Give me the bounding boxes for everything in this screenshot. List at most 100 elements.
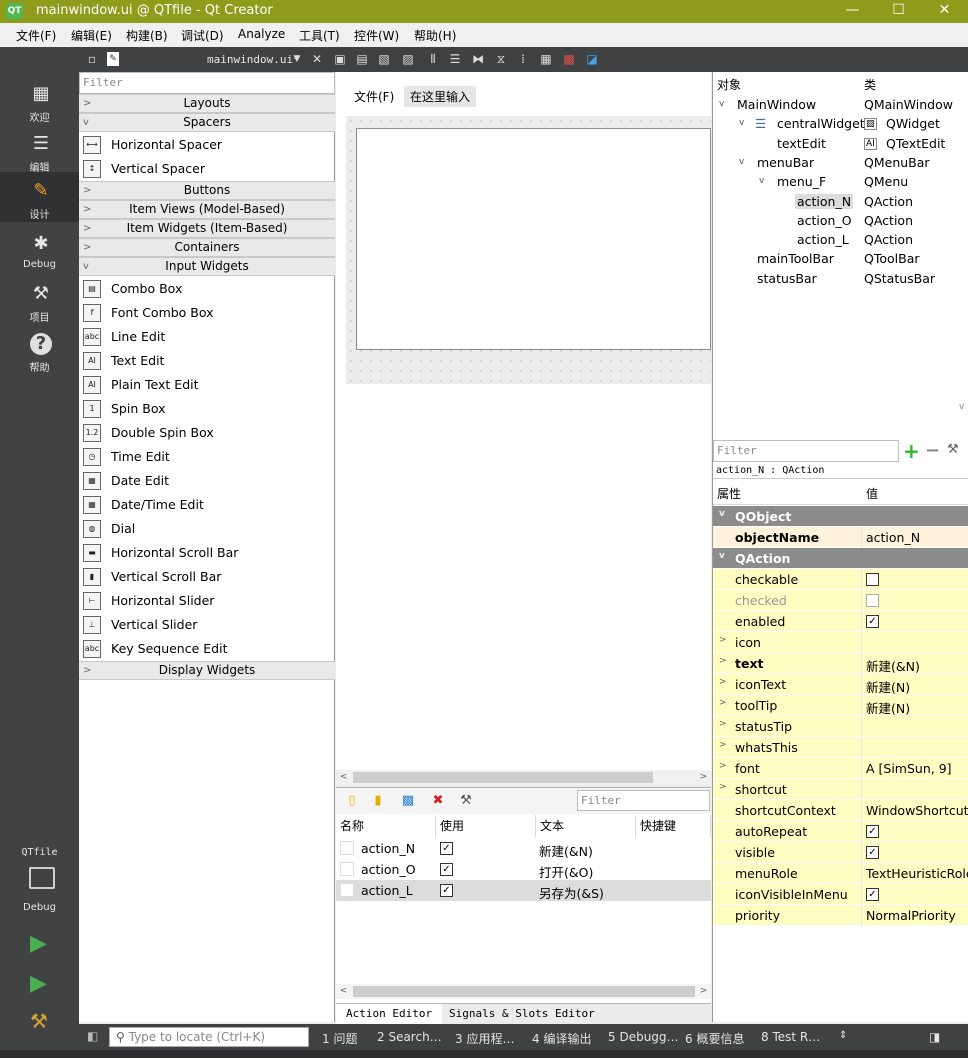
text-edit-widget[interactable] xyxy=(356,128,711,350)
property-group-row[interactable]: v QObject xyxy=(713,506,968,527)
action-row[interactable]: action_N ✓ 新建(&N) xyxy=(336,838,711,859)
widget-vertical-spacer[interactable]: ↕ Vertical Spacer xyxy=(79,157,335,181)
widget-item[interactable]: ◍ Dial xyxy=(79,517,335,541)
layout-form-icon[interactable]: ⁞ xyxy=(516,52,530,66)
column-text[interactable]: 文本 xyxy=(536,815,636,837)
close-button[interactable]: ✕ xyxy=(922,0,967,23)
property-row[interactable]: menuRole TextHeuristicRole xyxy=(713,863,968,884)
scroll-left-icon[interactable]: < xyxy=(336,770,351,785)
toggle-sidebar-icon[interactable]: ◧ xyxy=(87,1029,98,1043)
scroll-down-icon[interactable]: v xyxy=(959,402,964,412)
adjust-size-icon[interactable]: ◪ xyxy=(585,52,599,66)
category-layouts[interactable]: > Layouts xyxy=(79,94,335,113)
mode-debug[interactable]: ✱ Debug xyxy=(0,225,79,275)
paste-action-icon[interactable]: ▩ xyxy=(400,793,416,809)
widget-item[interactable]: ▮ Vertical Scroll Bar xyxy=(79,565,335,589)
action-used-checkbox[interactable]: ✓ xyxy=(440,884,453,897)
pane-search[interactable]: 2 Search… xyxy=(377,1030,442,1044)
property-row[interactable]: > font A [SimSun, 9] xyxy=(713,758,968,779)
property-row[interactable]: checked xyxy=(713,590,968,611)
property-row[interactable]: priority NormalPriority xyxy=(713,905,968,926)
object-row[interactable]: v menuBar QMenuBar xyxy=(713,154,968,173)
configure-icon[interactable]: ⚒ xyxy=(458,793,474,809)
widget-item[interactable]: 1 Spin Box xyxy=(79,397,335,421)
editor-filename[interactable]: mainwindow.ui* xyxy=(207,53,300,66)
menu-debug[interactable]: 调试(D) xyxy=(181,27,224,44)
property-group-row[interactable]: v QAction xyxy=(713,548,968,569)
chevron-down-icon[interactable]: v xyxy=(739,157,744,167)
build-icon[interactable]: ⚒ xyxy=(30,1009,48,1033)
object-row[interactable]: action_L QAction xyxy=(713,231,968,250)
object-row[interactable]: v ☰ ▨ centralWidget QWidget xyxy=(713,115,968,134)
category-item-views[interactable]: > Item Views (Model-Based) xyxy=(79,200,335,219)
menu-help[interactable]: 帮助(H) xyxy=(414,27,456,44)
chevron-right-icon[interactable]: > xyxy=(719,761,727,771)
column-object[interactable]: 对象 xyxy=(717,74,741,96)
chevron-right-icon[interactable]: > xyxy=(719,698,727,708)
widget-item[interactable]: ▬ Horizontal Scroll Bar xyxy=(79,541,335,565)
chevron-right-icon[interactable]: > xyxy=(719,656,727,666)
form-menu-type-here[interactable]: 在这里输入 xyxy=(404,86,477,107)
pane-app-output[interactable]: 3 应用程… xyxy=(455,1030,514,1047)
pane-test-results[interactable]: 8 Test R… xyxy=(761,1030,820,1044)
chevron-right-icon[interactable]: > xyxy=(719,740,727,750)
column-used[interactable]: 使用 xyxy=(436,815,536,837)
widget-item[interactable]: 1.2 Double Spin Box xyxy=(79,421,335,445)
property-row[interactable]: objectName action_N xyxy=(713,527,968,548)
menu-build[interactable]: 构建(B) xyxy=(126,27,168,44)
scroll-right-icon[interactable]: > xyxy=(696,984,711,999)
object-row[interactable]: AI textEdit QTextEdit xyxy=(713,135,968,154)
widget-item[interactable]: abc Key Sequence Edit xyxy=(79,637,335,661)
property-filter-input[interactable]: Filter xyxy=(713,440,899,462)
tab-signals-slots-editor[interactable]: Signals & Slots Editor xyxy=(439,1004,605,1025)
property-checkbox[interactable] xyxy=(866,573,879,586)
mode-design[interactable]: ✎ 设计 xyxy=(0,172,79,222)
dropdown-icon[interactable]: ▼ xyxy=(290,52,304,66)
remove-property-icon[interactable]: − xyxy=(925,440,940,461)
menu-edit[interactable]: 编辑(E) xyxy=(71,27,112,44)
widget-item[interactable]: ⊢ Horizontal Slider xyxy=(79,589,335,613)
menu-tools[interactable]: 工具(T) xyxy=(299,27,340,44)
action-hscrollbar[interactable]: < > xyxy=(336,984,711,999)
property-checkbox[interactable]: ✓ xyxy=(866,825,879,838)
scroll-left-icon[interactable]: < xyxy=(336,984,351,999)
menu-file[interactable]: 文件(F) xyxy=(16,27,56,44)
property-row[interactable]: > icon xyxy=(713,632,968,653)
property-row[interactable]: autoRepeat ✓ xyxy=(713,821,968,842)
property-value[interactable]: TextHeuristicRole xyxy=(866,866,968,881)
property-value[interactable]: WindowShortcut xyxy=(866,803,968,818)
property-row[interactable]: iconVisibleInMenu ✓ xyxy=(713,884,968,905)
mode-help[interactable]: ? 帮助 xyxy=(0,325,79,375)
layout-vertical-icon[interactable]: ☰ xyxy=(448,52,462,66)
scrollbar-thumb[interactable] xyxy=(353,986,695,997)
add-property-icon[interactable]: + xyxy=(903,439,920,463)
action-filter-input[interactable]: Filter xyxy=(577,790,710,811)
widget-item[interactable]: f Font Combo Box xyxy=(79,301,335,325)
chevron-right-icon[interactable]: > xyxy=(719,782,727,792)
category-item-widgets[interactable]: > Item Widgets (Item-Based) xyxy=(79,219,335,238)
widget-item[interactable]: ▦ Date/Time Edit xyxy=(79,493,335,517)
property-value[interactable]: 新建(&N) xyxy=(866,656,920,675)
widget-item[interactable]: AI Text Edit xyxy=(79,349,335,373)
action-used-checkbox[interactable]: ✓ xyxy=(440,842,453,855)
property-value[interactable]: action_N xyxy=(866,530,920,545)
object-row[interactable]: statusBar QStatusBar xyxy=(713,270,968,289)
canvas-hscrollbar[interactable]: < > xyxy=(336,770,711,785)
column-name[interactable]: 名称 xyxy=(336,815,436,837)
layout-grid-icon[interactable]: ▦ xyxy=(539,52,553,66)
toggle-output-icon[interactable]: ◨ xyxy=(929,1030,940,1044)
mode-projects[interactable]: ⚒ 项目 xyxy=(0,275,79,325)
widget-item[interactable]: abc Line Edit xyxy=(79,325,335,349)
property-row[interactable]: enabled ✓ xyxy=(713,611,968,632)
edit-tab-order-icon[interactable]: ▨ xyxy=(401,52,415,66)
property-row[interactable]: > statusTip xyxy=(713,716,968,737)
copy-action-icon[interactable]: ▮ xyxy=(370,793,386,809)
menu-analyze[interactable]: Analyze xyxy=(238,27,285,41)
pane-arrows-icon[interactable]: ⇕ xyxy=(839,1030,847,1041)
widget-item[interactable]: AI Plain Text Edit xyxy=(79,373,335,397)
chevron-down-icon[interactable]: v xyxy=(719,99,724,109)
property-value[interactable]: A [SimSun, 9] xyxy=(866,761,952,776)
configure-icon[interactable]: ⚒ xyxy=(947,442,959,457)
object-row[interactable]: action_N QAction xyxy=(713,193,968,212)
category-containers[interactable]: > Containers xyxy=(79,238,335,257)
